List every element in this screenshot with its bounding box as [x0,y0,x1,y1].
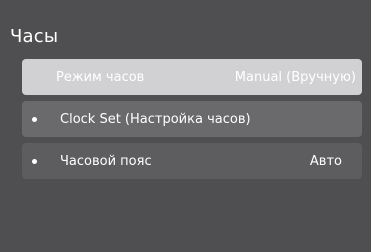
menu-item-clock-mode[interactable]: Режим часов Manual (Вручную) [22,59,362,95]
bullet-icon [32,116,37,122]
menu-item-label: Часовой пояс [60,153,152,169]
menu-item-clock-set[interactable]: Clock Set (Настройка часов) [22,101,362,137]
menu-item-label: Clock Set (Настройка часов) [60,111,251,127]
panel-title: Часы [10,26,59,47]
menu-item-value: Авто [309,153,342,169]
bullet-icon [32,158,37,164]
menu-item-label: Режим часов [56,69,145,85]
menu-item-time-zone[interactable]: Часовой пояс Авто [22,143,362,179]
menu-item-value: Manual (Вручную) [234,69,356,85]
clock-menu-list: Режим часов Manual (Вручную) Clock Set (… [22,59,362,185]
